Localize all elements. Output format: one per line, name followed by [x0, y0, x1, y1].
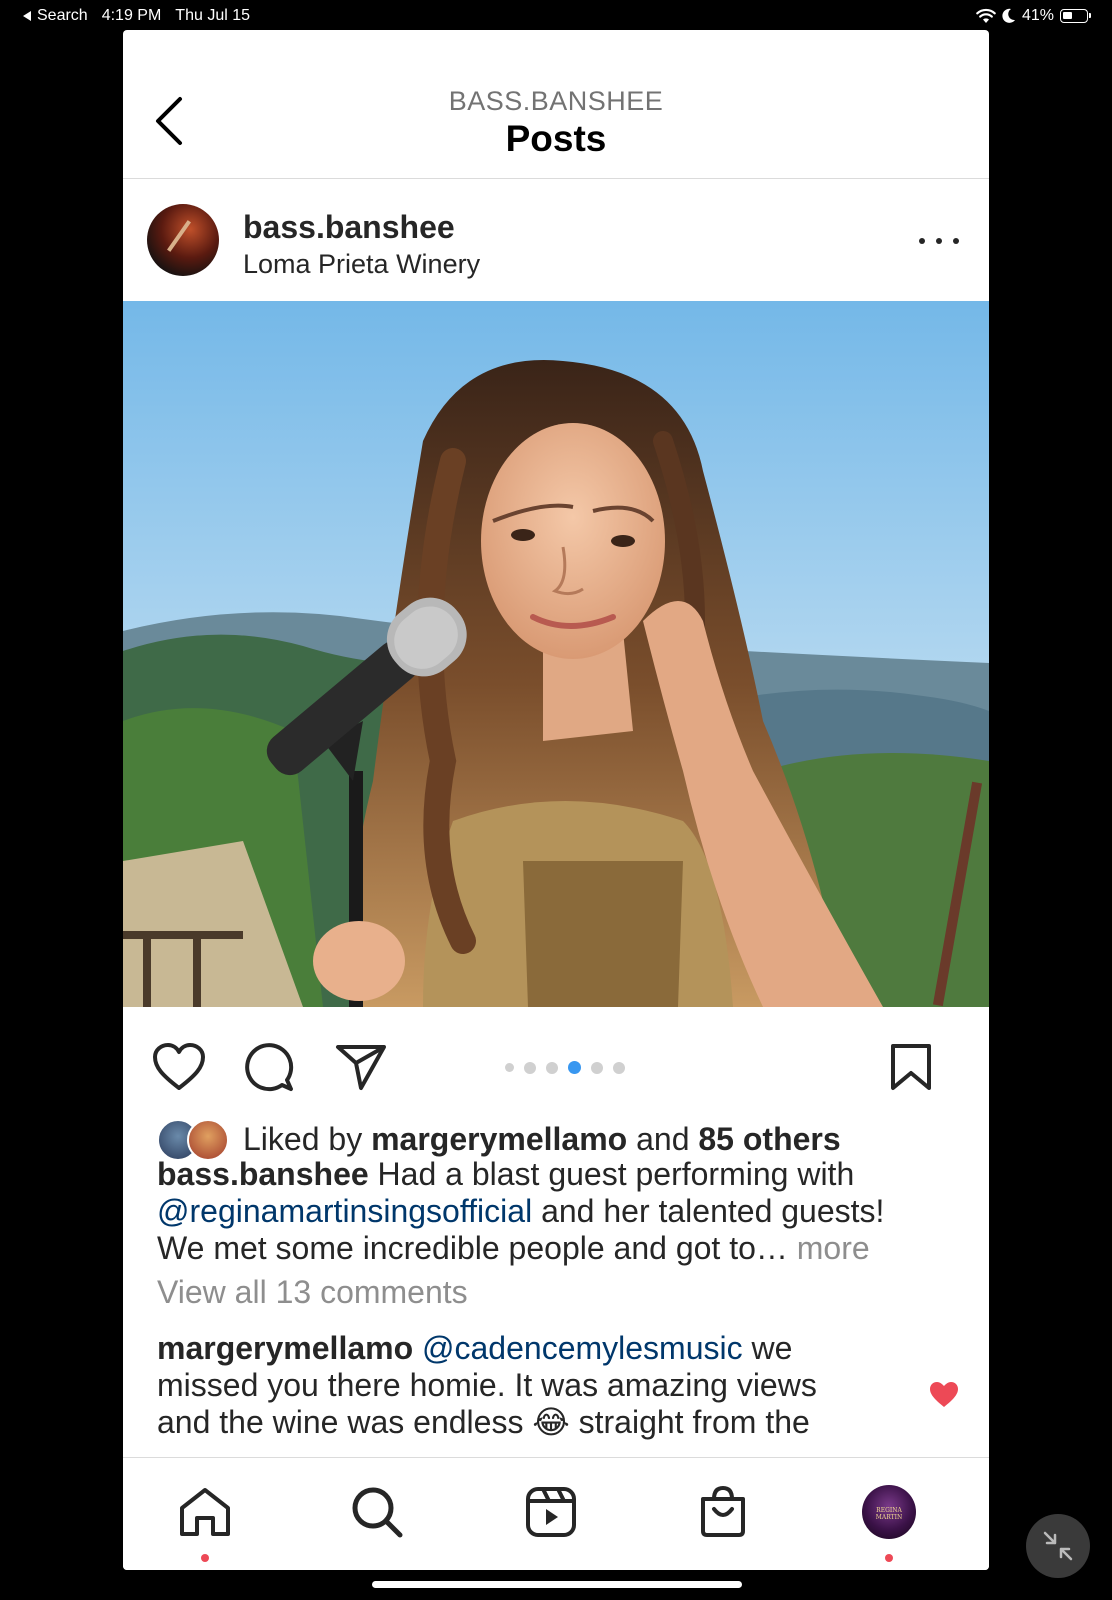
instagram-app: BASS.BANSHEE Posts bass.banshee Loma Pri… [123, 30, 989, 1570]
home-notification-dot [201, 1554, 209, 1562]
post-author-avatar[interactable] [147, 204, 219, 276]
post-caption: bass.banshee Had a blast guest performin… [157, 1156, 957, 1267]
comment-username[interactable]: margerymellamo [157, 1330, 413, 1366]
profile-avatar: REGINA MARTIN [862, 1485, 916, 1539]
bottom-tab-bar: REGINA MARTIN [123, 1457, 989, 1570]
likes-prefix: Liked by [243, 1121, 372, 1157]
nav-header: BASS.BANSHEE Posts [123, 30, 989, 179]
liker-avatars [157, 1119, 229, 1161]
carousel-indicator [505, 1061, 625, 1074]
heart-icon [153, 1043, 205, 1090]
home-indicator[interactable] [372, 1581, 742, 1588]
status-date: Thu Jul 15 [175, 7, 251, 24]
home-icon [180, 1488, 230, 1536]
tab-shop[interactable] [695, 1484, 751, 1540]
collapse-arrows-icon [1043, 1531, 1073, 1561]
liker-username[interactable]: margerymellamo [371, 1121, 627, 1157]
comment-preview: margerymellamo @cadencemylesmusic we mis… [157, 1330, 877, 1442]
carousel-dot [591, 1061, 603, 1074]
more-dot-icon [919, 238, 925, 244]
back-triangle-icon [23, 11, 31, 21]
back-to-search-button[interactable]: Search [22, 7, 88, 25]
post-photo[interactable] [123, 301, 989, 1007]
caption-text: We met some incredible people and got to… [157, 1230, 797, 1266]
caption-more-link[interactable]: more [797, 1230, 870, 1266]
status-bar: Search 4:19 PM Thu Jul 15 41% [0, 0, 1112, 32]
tab-reels[interactable] [523, 1484, 579, 1540]
page-title: Posts [505, 118, 607, 159]
likes-others-count[interactable]: 85 others [698, 1121, 840, 1157]
share-button[interactable] [333, 1039, 389, 1095]
wifi-icon [976, 8, 996, 23]
carousel-dot [546, 1061, 558, 1074]
tab-profile[interactable]: REGINA MARTIN [861, 1484, 917, 1540]
paper-plane-icon [336, 1045, 386, 1090]
bookmark-icon [891, 1044, 931, 1090]
exit-fullscreen-button[interactable] [1026, 1514, 1090, 1578]
caption-text: Had a blast guest performing with [368, 1156, 855, 1192]
carousel-dot-active [568, 1061, 581, 1074]
post-header: bass.banshee Loma Prieta Winery [123, 179, 989, 301]
view-all-comments-link[interactable]: View all 13 comments [157, 1274, 468, 1310]
comment-text: missed you there homie. It was amazing v… [157, 1367, 817, 1403]
battery-percent: 41% [1021, 7, 1054, 24]
more-dot-icon [953, 238, 959, 244]
comment-button[interactable] [241, 1039, 297, 1095]
search-icon [352, 1487, 403, 1538]
comment-text: and the wine was endless 😂 straight from… [157, 1404, 810, 1440]
carousel-dot [613, 1061, 625, 1074]
likes-middle: and [627, 1121, 699, 1157]
comment-text: we [742, 1330, 793, 1366]
view-comments-row: View all 13 comments [157, 1274, 957, 1311]
shopping-bag-icon [701, 1485, 745, 1537]
post-actions [123, 1007, 989, 1117]
caption-username[interactable]: bass.banshee [157, 1156, 369, 1192]
comment-mention[interactable]: @cadencemylesmusic [422, 1330, 743, 1366]
comment-bubble-icon [245, 1043, 294, 1092]
caption-text: and her talented guests! [532, 1193, 885, 1229]
header-username: BASS.BANSHEE [448, 86, 664, 116]
singer-photo-illustration [123, 301, 989, 1007]
caption-mention[interactable]: @reginamartinsingsofficial [157, 1193, 532, 1229]
status-time: 4:19 PM [101, 7, 162, 24]
likes-text: Liked by margerymellamo and 85 others [243, 1121, 841, 1158]
more-options-button[interactable] [919, 231, 959, 251]
battery-icon [1060, 9, 1091, 23]
post-author-username[interactable]: bass.banshee [243, 209, 455, 246]
battery-level-fill [1063, 12, 1072, 19]
back-to-search-label: Search [37, 7, 88, 24]
more-dot-icon [936, 238, 942, 244]
tab-search[interactable] [349, 1484, 405, 1540]
like-button[interactable] [151, 1039, 207, 1095]
save-button[interactable] [883, 1039, 939, 1095]
profile-notification-dot [885, 1554, 893, 1562]
comment-like-heart-icon[interactable] [929, 1380, 959, 1410]
profile-avatar-text: REGINA MARTIN [875, 1507, 903, 1521]
post-location[interactable]: Loma Prieta Winery [243, 249, 480, 280]
carousel-dot [505, 1063, 514, 1072]
reels-icon [526, 1487, 576, 1537]
carousel-dot [524, 1061, 536, 1074]
liker-avatar [187, 1119, 229, 1161]
tab-home[interactable] [177, 1484, 233, 1540]
moon-icon [1002, 8, 1015, 23]
